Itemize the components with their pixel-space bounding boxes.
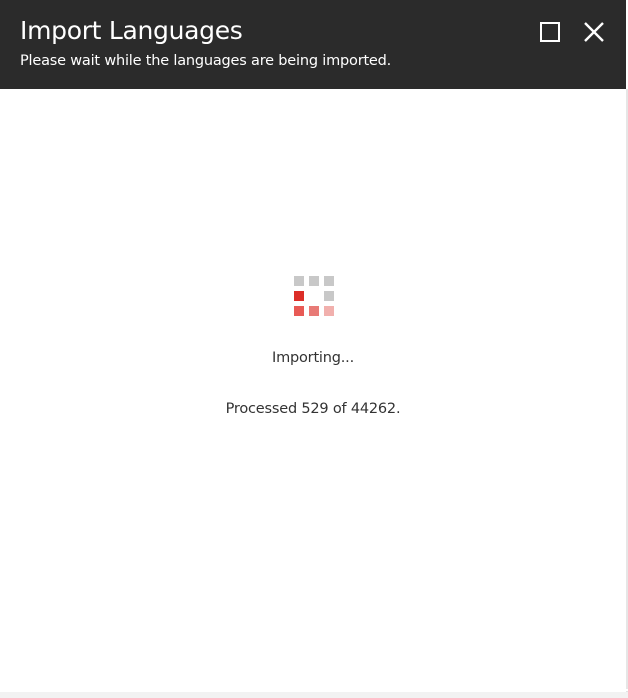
spinner-square xyxy=(324,306,334,316)
dialog-content: Importing... Processed 529 of 44262. xyxy=(0,89,626,689)
maximize-button[interactable] xyxy=(536,18,564,46)
spinner-square xyxy=(294,306,304,316)
background-edge-bottom xyxy=(0,691,628,698)
spinner-square xyxy=(309,306,319,316)
spinner-square xyxy=(309,276,319,286)
close-icon xyxy=(584,22,604,42)
import-languages-dialog: Import Languages Please wait while the l… xyxy=(0,0,626,692)
processed-count-text: Processed 529 of 44262. xyxy=(225,401,401,417)
spinner-square xyxy=(294,291,304,301)
page: Import Languages Please wait while the l… xyxy=(0,0,628,698)
dialog-header: Import Languages Please wait while the l… xyxy=(0,0,626,89)
maximize-icon xyxy=(540,22,560,42)
import-status-text: Importing... xyxy=(272,350,354,366)
spinner-square xyxy=(324,291,334,301)
dialog-title: Import Languages xyxy=(20,16,243,45)
close-button[interactable] xyxy=(580,18,608,46)
spinner-square xyxy=(324,276,334,286)
loading-spinner-icon xyxy=(294,276,334,316)
dialog-subtitle: Please wait while the languages are bein… xyxy=(20,53,392,69)
spinner-square xyxy=(294,276,304,286)
